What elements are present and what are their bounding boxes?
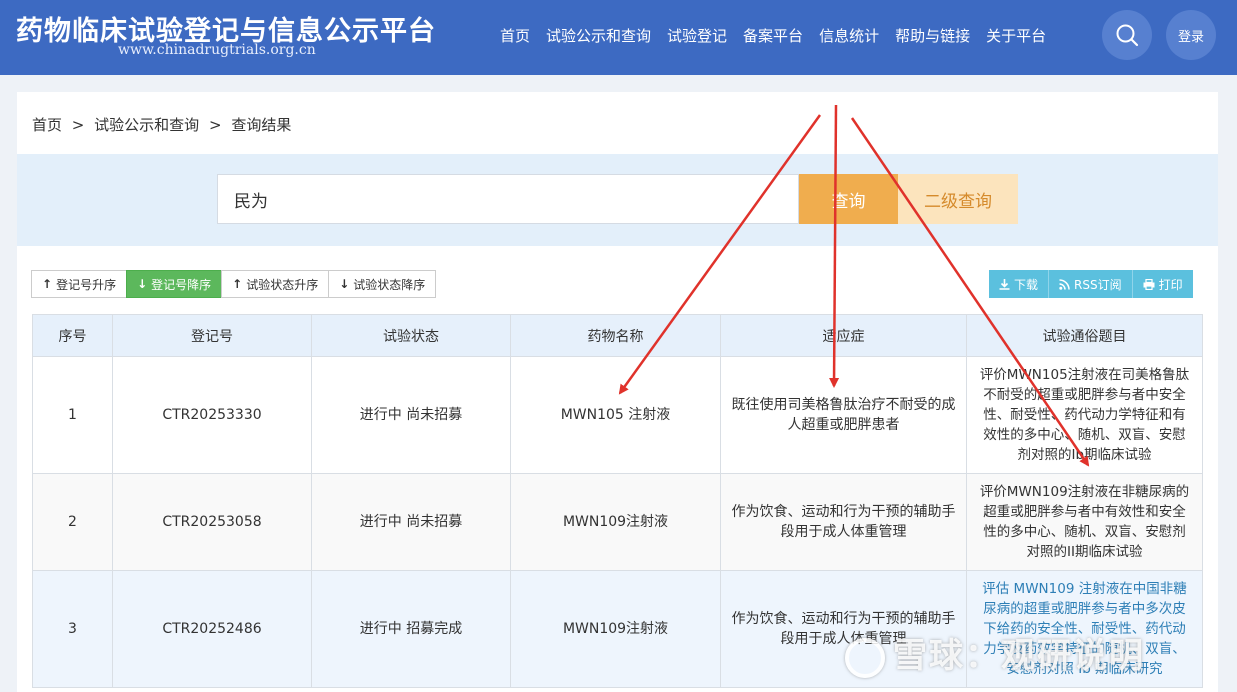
cell-status: 进行中 尚未招募 — [311, 356, 511, 474]
rss-button[interactable]: RSS订阅 — [1049, 270, 1133, 298]
cell-no: 1 — [32, 356, 113, 474]
sort-status-desc-button[interactable]: ↓ 试验状态降序 — [328, 270, 437, 298]
cell-reg-no[interactable]: CTR20253330 — [112, 356, 312, 474]
col-header-title: 试验通俗题目 — [966, 314, 1203, 357]
cell-drug: MWN105 注射液 — [510, 356, 721, 474]
table-row[interactable]: 1 CTR20253330 进行中 尚未招募 MWN105 注射液 既往使用司美… — [32, 356, 1203, 474]
watermark-text: 雪球：观研说明 — [893, 636, 1145, 676]
sort-reg-desc-button[interactable]: ↓ 登记号降序 — [126, 270, 223, 298]
nav-trial-query[interactable]: 试验公示和查询 — [546, 25, 651, 46]
cell-no: 3 — [32, 570, 113, 688]
breadcrumb-separator: > — [71, 116, 85, 134]
nav-trial-register[interactable]: 试验登记 — [667, 25, 727, 46]
sort-label: 登记号升序 — [56, 277, 117, 292]
table-header-row: 序号 登记号 试验状态 药物名称 适应症 试验通俗题目 — [32, 314, 1203, 357]
col-header-indication: 适应症 — [720, 314, 967, 357]
download-icon — [999, 278, 1010, 290]
cell-title[interactable]: 评价MWN109注射液在非糖尿病的超重或肥胖参与者中有效性和安全性的多中心、随机… — [966, 473, 1203, 571]
sort-label: 试验状态降序 — [353, 277, 426, 292]
col-header-reg-no: 登记号 — [112, 314, 312, 357]
rss-icon — [1059, 278, 1070, 290]
arrow-down-icon: ↓ — [339, 277, 350, 291]
print-icon — [1143, 278, 1155, 290]
query-button[interactable]: 查询 — [799, 174, 898, 224]
top-header: 药物临床试验登记与信息公示平台 www.chinadrugtrials.org.… — [0, 0, 1237, 75]
search-input[interactable] — [217, 174, 799, 224]
breadcrumb-home[interactable]: 首页 — [32, 116, 62, 134]
sort-button-group: ↑ 登记号升序 ↓ 登记号降序 ↑ 试验状态升序 ↓ 试验状态降序 — [31, 270, 437, 298]
search-icon — [1116, 24, 1139, 47]
arrow-up-icon: ↑ — [232, 277, 243, 291]
nav-about[interactable]: 关于平台 — [986, 25, 1046, 46]
col-header-status: 试验状态 — [311, 314, 511, 357]
table-row[interactable]: 2 CTR20253058 进行中 尚未招募 MWN109注射液 作为饮食、运动… — [32, 473, 1203, 571]
breadcrumb: 首页 > 试验公示和查询 > 查询结果 — [32, 114, 296, 135]
main-nav: 首页 试验公示和查询 试验登记 备案平台 信息统计 帮助与链接 关于平台 — [500, 25, 1062, 46]
content-panel: 首页 > 试验公示和查询 > 查询结果 查询 二级查询 ↑ 登记号升序 ↓ 登记… — [17, 92, 1218, 692]
print-label: 打印 — [1158, 277, 1183, 292]
breadcrumb-current: 查询结果 — [231, 116, 292, 134]
col-header-drug: 药物名称 — [510, 314, 721, 357]
arrow-down-icon: ↓ — [137, 277, 148, 291]
download-label: 下载 — [1014, 277, 1039, 292]
cell-reg-no[interactable]: CTR20253058 — [112, 473, 312, 571]
cell-status: 进行中 招募完成 — [311, 570, 511, 688]
sort-status-asc-button[interactable]: ↑ 试验状态升序 — [221, 270, 330, 298]
col-header-no: 序号 — [32, 314, 113, 357]
cell-indication: 既往使用司美格鲁肽治疗不耐受的成人超重或肥胖患者 — [720, 356, 967, 474]
header-search-button[interactable] — [1102, 10, 1152, 60]
cell-title[interactable]: 评价MWN105注射液在司美格鲁肽不耐受的超重或肥胖参与者中安全性、耐受性、药代… — [966, 356, 1203, 474]
nav-help-links[interactable]: 帮助与链接 — [895, 25, 970, 46]
cell-drug: MWN109注射液 — [510, 473, 721, 571]
cell-indication: 作为饮食、运动和行为干预的辅助手段用于成人体重管理 — [720, 473, 967, 571]
rss-label: RSS订阅 — [1074, 277, 1122, 292]
action-button-group: 下载 RSS订阅 打印 — [989, 270, 1193, 298]
arrow-up-icon: ↑ — [42, 277, 53, 291]
snowball-logo-icon — [845, 637, 885, 678]
download-button[interactable]: 下载 — [989, 270, 1050, 298]
cell-reg-no[interactable]: CTR20252486 — [112, 570, 312, 688]
cell-drug: MWN109注射液 — [510, 570, 721, 688]
login-button[interactable]: 登录 — [1166, 10, 1216, 60]
print-button[interactable]: 打印 — [1132, 270, 1193, 298]
sort-label: 试验状态升序 — [246, 277, 319, 292]
nav-statistics[interactable]: 信息统计 — [819, 25, 879, 46]
cell-status: 进行中 尚未招募 — [311, 473, 511, 571]
nav-home[interactable]: 首页 — [500, 25, 530, 46]
advanced-query-button[interactable]: 二级查询 — [898, 174, 1018, 224]
search-area: 查询 二级查询 — [17, 154, 1218, 246]
sort-label: 登记号降序 — [151, 277, 212, 292]
cell-no: 2 — [32, 473, 113, 571]
breadcrumb-separator: > — [208, 116, 222, 134]
sort-reg-asc-button[interactable]: ↑ 登记号升序 — [31, 270, 128, 298]
site-url: www.chinadrugtrials.org.cn — [118, 42, 316, 58]
breadcrumb-trial-query[interactable]: 试验公示和查询 — [94, 116, 199, 134]
nav-filing-platform[interactable]: 备案平台 — [743, 25, 803, 46]
watermark: 雪球：观研说明 — [845, 628, 1145, 678]
